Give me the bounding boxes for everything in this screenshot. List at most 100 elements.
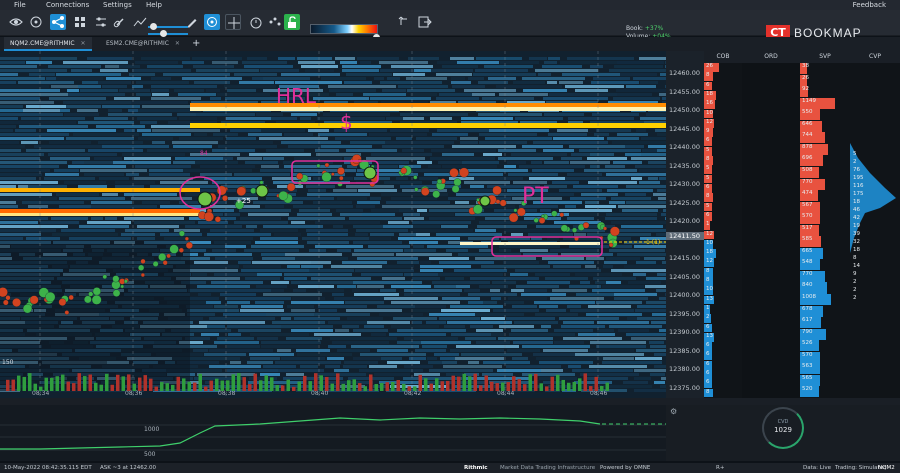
chart-lines-icon[interactable]: [132, 14, 148, 30]
liquidity-cell: [0, 153, 44, 156]
volume-bar: [61, 374, 65, 391]
liquidity-cell: [419, 205, 475, 208]
liquidity-cell: [220, 293, 256, 296]
liquidity-cell: [209, 349, 273, 352]
heatmap-color-scale[interactable]: [310, 24, 378, 34]
opacity-slider-2[interactable]: [148, 33, 188, 35]
liquidity-cell: [515, 269, 539, 272]
liquidity-cell: [635, 309, 666, 312]
column-header-cob[interactable]: COB: [704, 51, 742, 63]
liquidity-cell: [371, 333, 386, 336]
liquidity-cell: [492, 281, 516, 284]
liquidity-cell: [334, 369, 349, 372]
dots-icon[interactable]: [267, 14, 283, 30]
liquidity-cell: [49, 97, 106, 100]
liquidity-cell: [257, 337, 278, 340]
liquidity-cell: [374, 77, 384, 80]
cob-value: 1: [706, 221, 710, 228]
eye-icon[interactable]: [8, 14, 24, 30]
liquidity-cell: [442, 297, 480, 300]
link-icon[interactable]: [112, 14, 128, 30]
cvp-value: 46: [853, 207, 860, 213]
tab-esm2[interactable]: ESM2.CME@RITHMIC ✕: [100, 37, 186, 51]
liquidity-cell: [570, 309, 634, 312]
liquidity-cell: [511, 329, 548, 332]
share-nodes-icon[interactable]: [50, 14, 66, 30]
stopwatch-icon[interactable]: [248, 14, 264, 30]
volume-bar: [451, 375, 455, 391]
volume-bar: [446, 380, 450, 391]
magnet-icon[interactable]: [204, 14, 220, 30]
opacity-slider-2-knob[interactable]: [160, 30, 167, 37]
liquidity-cell: [391, 285, 431, 288]
menu-help[interactable]: Help: [146, 1, 162, 9]
liquidity-cell: [198, 293, 211, 296]
trade-bubble: [162, 260, 168, 266]
liquidity-cell: [596, 345, 646, 348]
cvd-indicator-pane[interactable]: 1000 500: [0, 405, 666, 461]
liquidity-cell: [48, 65, 101, 68]
trade-bubble: [413, 175, 418, 180]
liquidity-cell: [635, 357, 662, 360]
volume-bar: [39, 386, 43, 391]
gear-icon[interactable]: ⚙: [670, 407, 677, 416]
volume-bar: [116, 374, 120, 391]
tab-nqm2[interactable]: NQM2.CME@RITHMIC ✕: [4, 37, 92, 51]
liquidity-cell: [147, 149, 203, 152]
volume-bar: [99, 384, 103, 391]
liquidity-cell: [209, 317, 275, 320]
liquidity-cell: [554, 221, 601, 224]
liquidity-cell: [115, 181, 155, 184]
pencil-icon[interactable]: [184, 14, 200, 30]
volume-bar: [336, 373, 340, 391]
liquidity-cell: [152, 93, 169, 96]
liquidity-cell: [387, 77, 400, 80]
liquidity-cell: [434, 353, 459, 356]
liquidity-cell: [524, 289, 547, 292]
trade-bubble: [538, 217, 546, 224]
pane-separator[interactable]: [0, 398, 900, 405]
opacity-slider-1-knob[interactable]: [150, 23, 157, 30]
menu-file[interactable]: File: [14, 1, 26, 9]
exit-icon[interactable]: [416, 14, 432, 30]
liquidity-cell: [72, 161, 84, 164]
liquidity-cell: [468, 77, 484, 80]
liquidity-cell: [504, 301, 524, 304]
grid-icon[interactable]: [72, 14, 88, 30]
column-header-cvp[interactable]: CVP: [850, 51, 900, 63]
target-icon[interactable]: [28, 14, 44, 30]
liquidity-cell: [595, 281, 606, 284]
cob-value: 6: [706, 183, 710, 190]
settings-sliders-icon[interactable]: [93, 14, 109, 30]
heatmap-chart[interactable]: 08:34 08:36 08:38 08:40 08:42 08:44 08:46 HRL $ P…: [0, 51, 666, 398]
column-header-ord[interactable]: ORD: [742, 51, 800, 63]
liquidity-cell: [228, 333, 241, 336]
undo-icon[interactable]: [396, 14, 412, 30]
crosshair-icon[interactable]: [225, 14, 241, 30]
unlock-icon[interactable]: [284, 14, 300, 30]
trade-bubble: [517, 207, 526, 217]
liquidity-cell: [329, 89, 376, 92]
add-tab-button[interactable]: +: [192, 37, 200, 50]
liquidity-cell: [88, 149, 143, 152]
tab-esm2-label: ESM2.CME@RITHMIC: [106, 40, 169, 47]
liquidity-cell: [210, 289, 271, 292]
menu-connections[interactable]: Connections: [46, 1, 89, 9]
liquidity-cell: [580, 281, 590, 284]
liquidity-cell: [552, 289, 587, 292]
liquidity-cell: [325, 365, 340, 368]
close-icon[interactable]: ✕: [175, 40, 180, 47]
liquidity-cell: [400, 185, 440, 188]
column-header-svp[interactable]: SVP: [800, 51, 850, 63]
liquidity-cell: [541, 325, 551, 328]
liquidity-cell: [337, 197, 367, 200]
liquidity-cell: [0, 113, 63, 116]
liquidity-cell: [210, 97, 221, 100]
price-axis[interactable]: 12460.00 12455.00 12450.00 12445.00 12440.00…: [666, 51, 704, 410]
close-icon[interactable]: ✕: [81, 40, 86, 47]
liquidity-cell: [328, 345, 346, 348]
status-bar: 10-May-2022 08:42:35.115 EDT ASK ~3 at 1…: [0, 463, 900, 473]
liquidity-cell: [224, 213, 240, 216]
feedback-link[interactable]: Feedback: [853, 1, 886, 9]
menu-settings[interactable]: Settings: [103, 1, 132, 9]
